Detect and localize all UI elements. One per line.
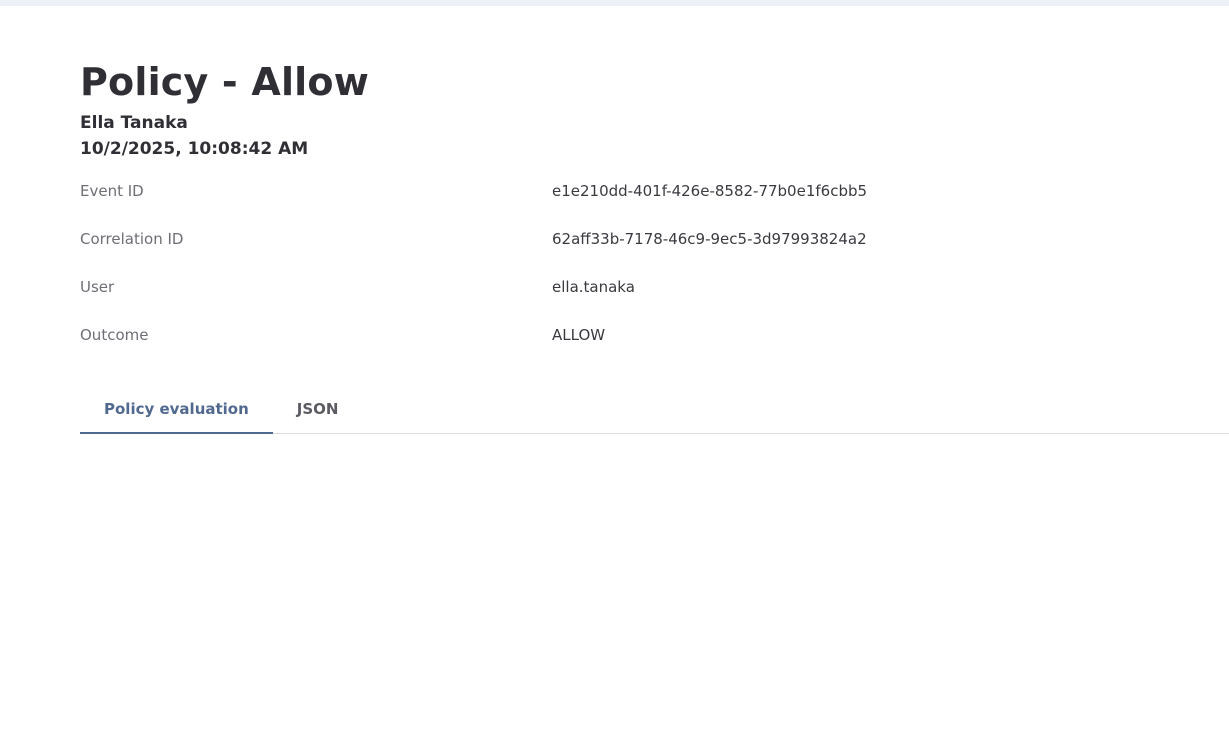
detail-row-correlation-id: Correlation ID 62aff33b-7178-46c9-9ec5-3… [80, 230, 1229, 278]
event-detail-panel: Policy - Allow Ella Tanaka 10/2/2025, 10… [80, 58, 1229, 374]
tab-json[interactable]: JSON [273, 388, 363, 432]
tab-bar: Policy evaluation JSON [80, 388, 1229, 434]
event-timestamp: 10/2/2025, 10:08:42 AM [80, 139, 309, 159]
page-title: Policy - Allow [80, 60, 370, 104]
tab-policy-evaluation[interactable]: Policy evaluation [80, 388, 273, 434]
top-strip [0, 0, 1229, 6]
detail-value: 62aff33b-7178-46c9-9ec5-3d97993824a2 [552, 230, 867, 248]
detail-label: Correlation ID [80, 230, 184, 248]
detail-label: Outcome [80, 326, 149, 344]
detail-value: e1e210dd-401f-426e-8582-77b0e1f6cbb5 [552, 182, 868, 200]
detail-value: ALLOW [552, 326, 606, 344]
detail-row-outcome: Outcome ALLOW [80, 326, 1229, 374]
detail-row-user: User ella.tanaka [80, 278, 1229, 326]
detail-row-event-id: Event ID e1e210dd-401f-426e-8582-77b0e1f… [80, 182, 1229, 230]
detail-label: User [80, 278, 115, 296]
detail-value: ella.tanaka [552, 278, 635, 296]
detail-label: Event ID [80, 182, 144, 200]
details-list: Event ID e1e210dd-401f-426e-8582-77b0e1f… [80, 182, 1229, 374]
user-name: Ella Tanaka [80, 113, 188, 133]
